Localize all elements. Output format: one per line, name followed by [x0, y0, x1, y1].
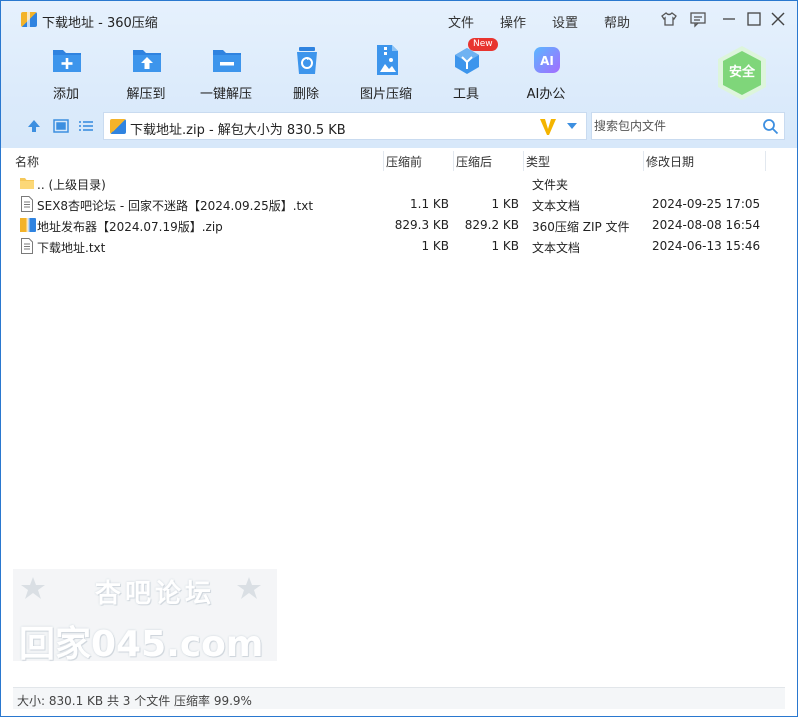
- file-type: 文本文档: [532, 199, 581, 213]
- menu-settings[interactable]: 设置: [552, 12, 578, 31]
- tools-button[interactable]: 工具: [426, 43, 506, 103]
- safe-label: 安全: [728, 65, 755, 80]
- list-view-icon[interactable]: [77, 117, 95, 135]
- add-folder-icon: [50, 43, 84, 77]
- add-button[interactable]: 添加: [26, 43, 106, 103]
- extract-folder-icon: [130, 43, 164, 77]
- maximize-icon[interactable]: [744, 9, 764, 29]
- file-name: 下载地址.txt: [37, 241, 106, 255]
- top-area: 下载地址 - 360压缩 文件 操作 设置 帮助 添加 解压到 一键解压 删除 …: [1, 1, 797, 148]
- menu-file[interactable]: 文件: [448, 12, 474, 31]
- column-divider[interactable]: [643, 151, 644, 171]
- column-after-size[interactable]: 压缩后: [456, 153, 492, 170]
- ai-office-button[interactable]: AI AI办公: [506, 43, 586, 103]
- table-row[interactable]: SEX8杏吧论坛 - 回家不迷路【2024.09.25版】.txt 1.1 KB…: [13, 194, 783, 215]
- recycle-bin-icon: [290, 43, 324, 77]
- skin-icon[interactable]: [659, 9, 679, 29]
- close-icon[interactable]: [768, 9, 788, 29]
- file-type: 文件夹: [532, 178, 569, 192]
- column-divider[interactable]: [383, 151, 384, 171]
- minimize-icon[interactable]: [719, 9, 739, 29]
- delete-label: 删除: [292, 87, 319, 102]
- file-modified: 2024-06-13 15:46: [652, 239, 761, 253]
- file-list-header: 名称 压缩前 压缩后 类型 修改日期: [13, 149, 783, 173]
- search-box: [591, 112, 785, 140]
- watermark-line2: 回家045.com: [19, 624, 264, 665]
- one-click-extract-label: 一键解压: [199, 87, 252, 102]
- column-divider[interactable]: [765, 151, 766, 171]
- watermark: 杏吧论坛 回家045.com: [13, 569, 277, 665]
- ai-office-icon: AI: [530, 43, 564, 77]
- table-row[interactable]: .. (上级目录) 文件夹: [13, 173, 783, 194]
- title-bar: 下载地址 - 360压缩 文件 操作 设置 帮助: [1, 1, 797, 37]
- search-input[interactable]: [594, 117, 754, 135]
- new-badge: New: [468, 38, 498, 51]
- feedback-icon[interactable]: [688, 9, 708, 29]
- folder-icon: [20, 175, 34, 191]
- menu-help[interactable]: 帮助: [604, 12, 630, 31]
- file-after-size: 1 KB: [491, 239, 519, 253]
- one-click-extract-button[interactable]: 一键解压: [186, 43, 266, 103]
- archive-icon: [110, 119, 126, 134]
- file-after-size: 829.2 KB: [464, 218, 519, 232]
- file-type: 360压缩 ZIP 文件: [532, 220, 630, 234]
- address-path: 下载地址.zip - 解包大小为 830.5 KB: [130, 123, 346, 138]
- thumbnail-view-icon[interactable]: [52, 117, 70, 135]
- add-label: 添加: [52, 87, 79, 102]
- menu-operate[interactable]: 操作: [500, 12, 526, 31]
- ai-icon-text: AI: [540, 54, 554, 68]
- app-logo-icon: [21, 12, 37, 27]
- file-before-size: 1 KB: [421, 239, 449, 253]
- file-before-size: 829.3 KB: [394, 218, 449, 232]
- status-text: 大小: 830.1 KB 共 3 个文件 压缩率 99.9%: [17, 694, 252, 708]
- image-compress-label: 图片压缩: [359, 87, 412, 102]
- delete-button[interactable]: 删除: [266, 43, 346, 103]
- search-icon[interactable]: [762, 118, 779, 135]
- zip-file-icon: [20, 217, 36, 233]
- file-modified: 2024-08-08 16:54: [652, 218, 761, 232]
- window-title: 下载地址 - 360压缩: [42, 16, 158, 31]
- column-divider[interactable]: [523, 151, 524, 171]
- column-modified[interactable]: 修改日期: [646, 153, 694, 170]
- column-before-size[interactable]: 压缩前: [386, 153, 422, 170]
- address-row: 下载地址.zip - 解包大小为 830.5 KB: [1, 111, 797, 143]
- table-row[interactable]: 下载地址.txt 1 KB 1 KB 文本文档 2024-06-13 15:46: [13, 236, 783, 257]
- file-after-size: 1 KB: [491, 197, 519, 211]
- chevron-down-icon[interactable]: [564, 118, 580, 134]
- file-name: SEX8杏吧论坛 - 回家不迷路【2024.09.25版】.txt: [37, 199, 314, 213]
- address-bar[interactable]: 下载地址.zip - 解包大小为 830.5 KB: [103, 112, 587, 140]
- tools-label: 工具: [452, 87, 479, 102]
- table-row[interactable]: 地址发布器【2024.07.19版】.zip 829.3 KB 829.2 KB…: [13, 215, 783, 236]
- toolbar: 添加 解压到 一键解压 删除 图片压缩 工具 AI AI办公: [1, 37, 797, 111]
- column-divider[interactable]: [453, 151, 454, 171]
- file-type: 文本文档: [532, 241, 581, 255]
- verify-v-icon[interactable]: [538, 116, 558, 138]
- up-level-icon[interactable]: [25, 117, 43, 135]
- extract-to-label: 解压到: [126, 87, 166, 102]
- watermark-emblem-icon: [19, 575, 47, 603]
- file-before-size: 1.1 KB: [410, 197, 449, 211]
- text-file-icon: [20, 238, 34, 254]
- text-file-icon: [20, 196, 34, 212]
- app-window: 下载地址 - 360压缩 文件 操作 设置 帮助 添加 解压到 一键解压 删除 …: [0, 0, 798, 717]
- column-type[interactable]: 类型: [526, 153, 550, 170]
- watermark-line1: 杏吧论坛: [95, 579, 216, 609]
- image-compress-button[interactable]: 图片压缩: [346, 43, 426, 103]
- image-zip-icon: [370, 43, 404, 77]
- file-modified: 2024-09-25 17:05: [652, 197, 761, 211]
- status-bar: 大小: 830.1 KB 共 3 个文件 压缩率 99.9%: [13, 687, 785, 709]
- extract-to-button[interactable]: 解压到: [106, 43, 186, 103]
- watermark-emblem-icon: [235, 575, 263, 603]
- file-name: .. (上级目录): [37, 178, 106, 192]
- file-name: 地址发布器【2024.07.19版】.zip: [37, 220, 223, 234]
- ai-office-label: AI办公: [526, 87, 566, 102]
- column-name[interactable]: 名称: [15, 153, 39, 170]
- one-click-extract-icon: [210, 43, 244, 77]
